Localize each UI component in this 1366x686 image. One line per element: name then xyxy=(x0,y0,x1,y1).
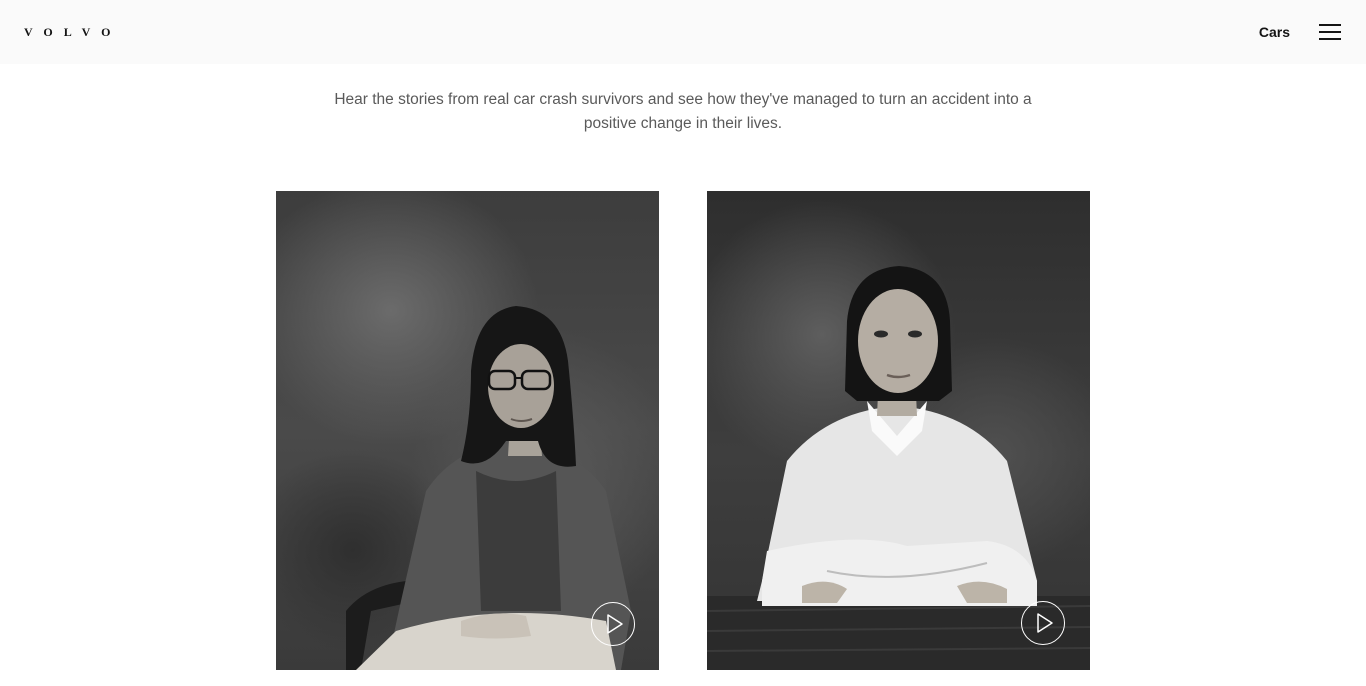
hamburger-menu-icon[interactable] xyxy=(1319,22,1341,42)
story-card-2[interactable] xyxy=(707,191,1090,670)
intro-text: Hear the stories from real car crash sur… xyxy=(334,91,1032,132)
story-card-1[interactable] xyxy=(276,191,659,670)
portrait-woman-white-shirt xyxy=(707,266,1090,670)
play-video-button-2[interactable] xyxy=(1021,601,1065,645)
play-icon xyxy=(606,613,623,634)
play-video-button-1[interactable] xyxy=(591,602,635,646)
play-icon xyxy=(1036,612,1053,633)
nav-cars-link[interactable]: Cars xyxy=(1259,23,1290,41)
portrait-woman-glasses xyxy=(346,306,631,670)
site-header: VOLVO Cars xyxy=(0,0,1366,64)
volvo-logo[interactable]: VOLVO xyxy=(24,24,121,40)
